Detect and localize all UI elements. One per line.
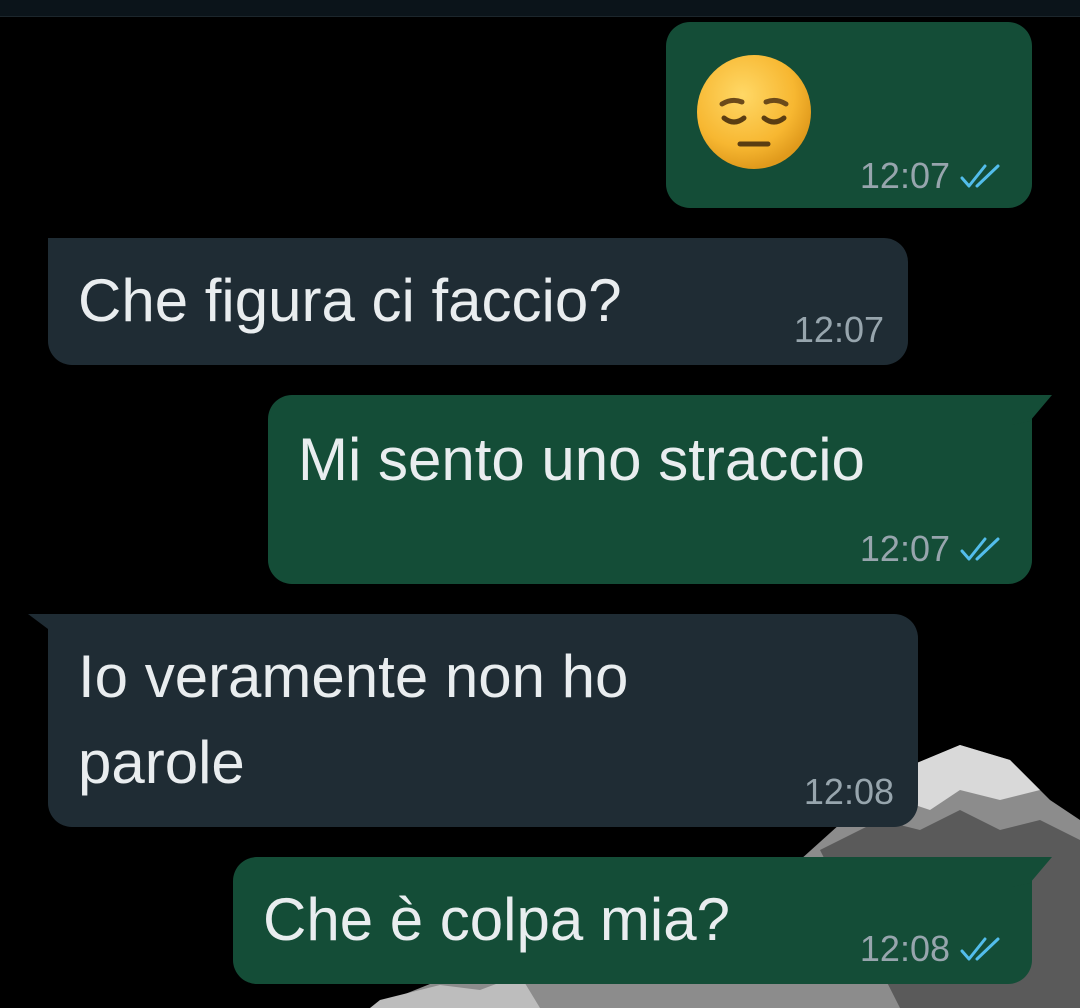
bubble-tail [1012,857,1052,887]
message-meta: 12:08 [804,772,894,812]
double-check-read-icon [960,537,1000,561]
message-bubble-incoming[interactable]: Io veramente non ho parole 12:08 [28,614,918,827]
message-bubble-incoming[interactable]: Che figura ci faccio? 12:07 [28,238,908,365]
message-timestamp: 12:08 [859,928,950,969]
message-text-line: parole [78,729,245,796]
message-text-line: Io veramente non ho [78,643,629,710]
message-timestamp: 12:07 [793,309,884,350]
bubble-tail [28,614,68,644]
message-bubble-outgoing[interactable]: Mi sento uno straccio 12:07 [268,395,1052,584]
pensive-face-emoji-icon [697,55,811,169]
message-meta: 12:07 [860,156,1004,196]
message-meta: 12:07 [860,529,1004,569]
double-check-read-icon [960,937,1000,961]
bubble-tail [28,238,68,268]
message-timestamp: 12:08 [803,771,894,812]
message-bubble-outgoing[interactable]: 12:07 [666,22,1032,208]
message-text: Che è colpa mia? [263,886,730,953]
message-text: Che figura ci faccio? [78,267,622,334]
bubble-tail [1012,395,1052,425]
message-bubble-outgoing[interactable]: Che è colpa mia? 12:08 [233,857,1052,984]
message-meta: 12:08 [860,929,1004,969]
double-check-read-icon [960,164,1000,188]
message-meta: 12:07 [794,310,884,350]
message-timestamp: 12:07 [859,155,950,196]
message-text: Mi sento uno straccio [298,426,865,493]
message-timestamp: 12:07 [859,528,950,569]
